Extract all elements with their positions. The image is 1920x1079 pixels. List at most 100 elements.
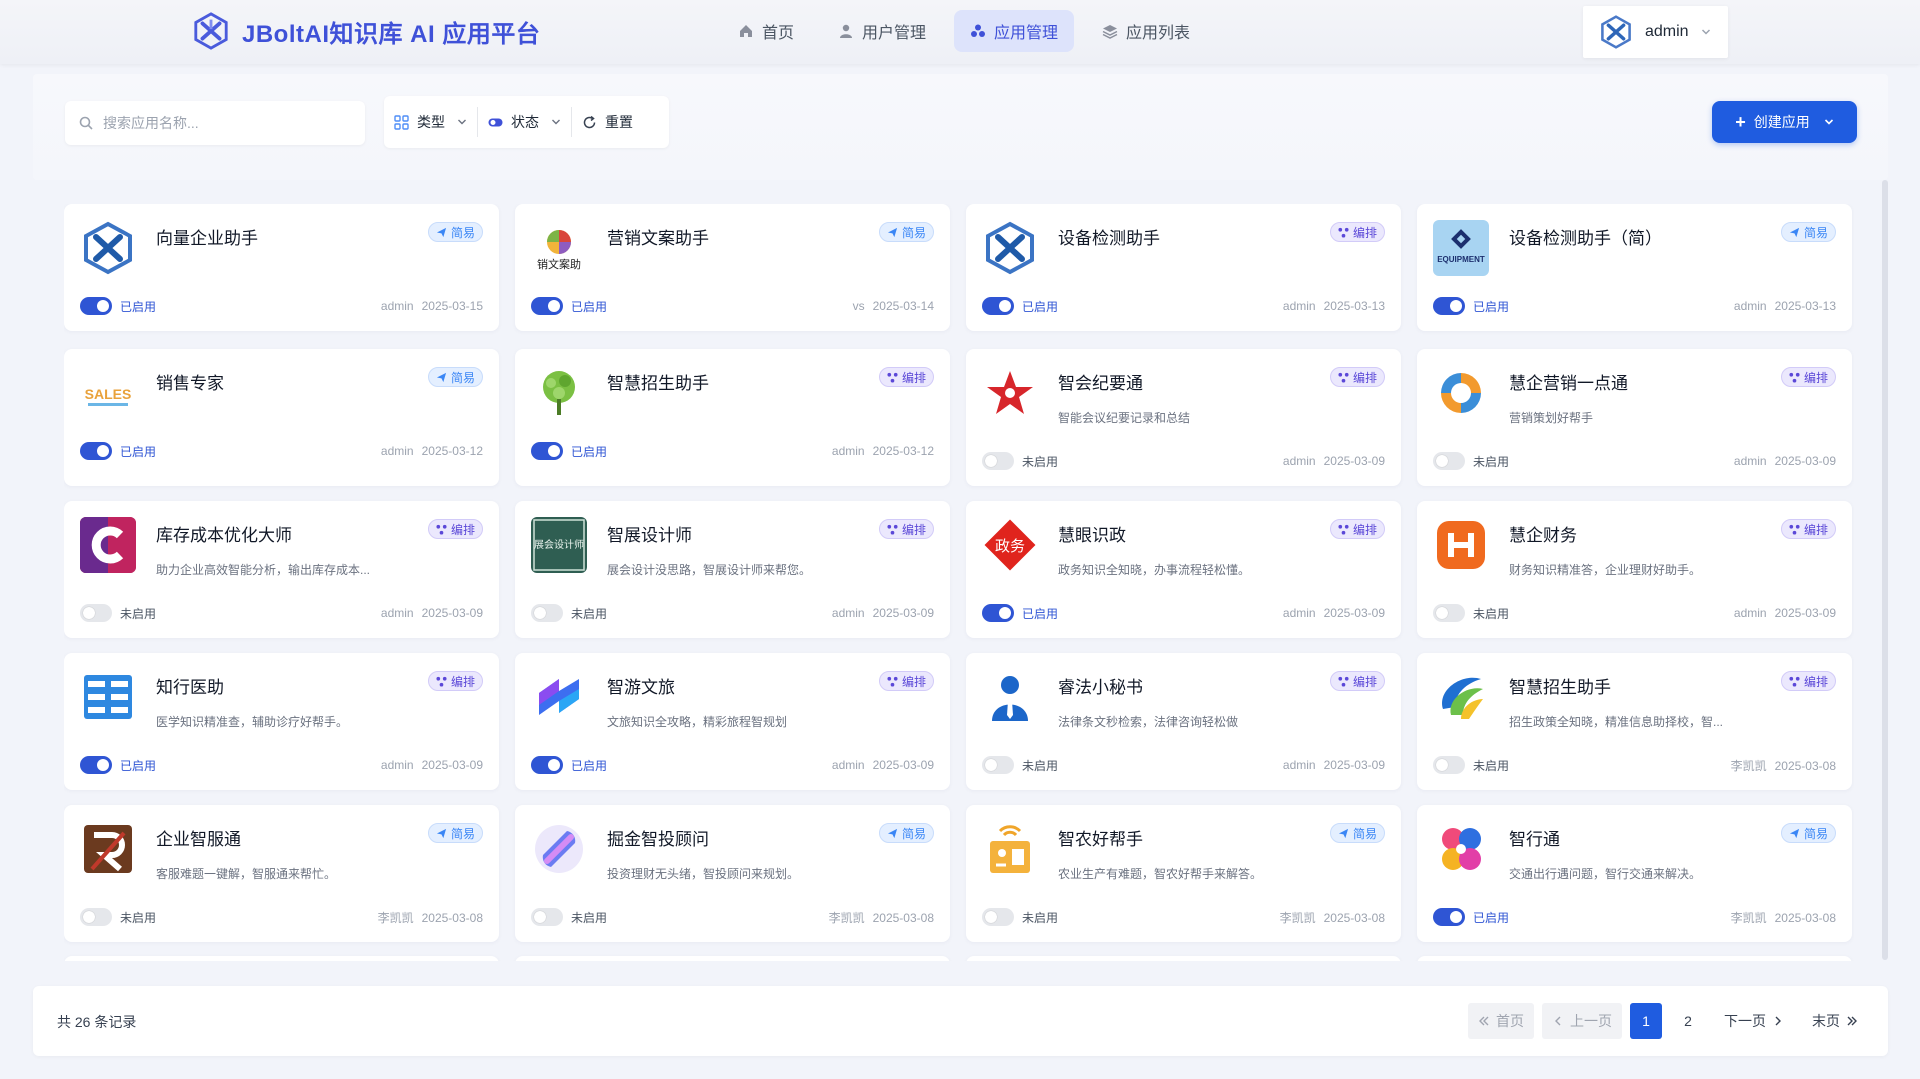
double-chevron-right-icon <box>1847 1016 1857 1026</box>
status-text: 未启用 <box>1022 910 1059 925</box>
app-card[interactable]: 销文案助 营销文案助手 简易 已启用 vs 2025-03-14 <box>515 204 950 331</box>
app-card[interactable]: 慧企财务 财务知识精准答，企业理财好助手。 编排 未启用 admin 2025-0… <box>1417 501 1852 638</box>
enable-toggle[interactable] <box>1433 297 1465 315</box>
tag-label: 简易 <box>1803 826 1828 841</box>
app-card[interactable]: 智农好帮手 农业生产有难题，智农好帮手来解答。 简易 未启用 李凯凯 2025-0… <box>966 805 1401 942</box>
app-card[interactable]: EQUIPMENT 设备检测助手（简） 简易 已启用 admin 2025-03-… <box>1417 204 1852 331</box>
card-meta: admin 2025-03-15 <box>381 299 483 313</box>
enable-toggle[interactable] <box>1433 452 1465 470</box>
prev-page-button[interactable]: 上一页 <box>1542 1003 1622 1039</box>
author: 李凯凯 <box>1279 910 1316 925</box>
enable-toggle[interactable] <box>531 908 563 926</box>
chevron-down-icon <box>458 119 466 125</box>
enable-toggle[interactable] <box>531 756 563 774</box>
enable-toggle[interactable] <box>982 908 1014 926</box>
app-card[interactable]: 智慧招生助手 招生政策全知晓，精准信息助择校，智... 编排 未启用 李凯凯 20… <box>1417 653 1852 790</box>
enable-toggle[interactable] <box>531 442 563 460</box>
tag-arrange: 编排 <box>878 367 934 387</box>
app-logo-icon <box>80 669 136 725</box>
status-filter[interactable]: 状态 <box>478 106 571 138</box>
enable-toggle[interactable] <box>80 756 112 774</box>
nav-user-management[interactable]: 用户管理 <box>822 10 942 52</box>
app-card[interactable]: 智慧招生助手 编排 已启用 admin 2025-03-12 <box>515 349 950 486</box>
nav-app-list[interactable]: 应用列表 <box>1086 10 1206 52</box>
app-card[interactable]: 睿法小秘书 法律条文秒检索，法律咨询轻松做 编排 未启用 admin 2025-0… <box>966 653 1401 790</box>
flow-icon <box>1338 524 1349 535</box>
nav-app-list-label: 应用列表 <box>1126 25 1191 42</box>
create-app-button[interactable]: + 创建应用 <box>1712 101 1857 143</box>
app-card[interactable]: 库存成本优化大师 助力企业高效智能分析，输出库存成本... 编排 未启用 adm… <box>64 501 499 638</box>
page-2-button[interactable]: 2 <box>1670 1003 1706 1039</box>
type-filter[interactable]: 类型 <box>384 106 477 138</box>
enable-toggle[interactable] <box>982 604 1014 622</box>
brand[interactable]: JBoltAI知识库 AI 应用平台 <box>192 12 540 50</box>
tag-label: 编排 <box>901 522 926 537</box>
status-text: 未启用 <box>1022 758 1059 773</box>
card-meta: 李凯凯 2025-03-08 <box>378 909 483 926</box>
enable-toggle[interactable] <box>80 442 112 460</box>
app-name: 库存成本优化大师 <box>156 526 292 545</box>
app-card[interactable]: 知行医助 医学知识精准查，辅助诊疗好帮手。 编排 已启用 admin 2025-0… <box>64 653 499 790</box>
app-logo-icon <box>80 821 136 877</box>
card-footer: 未启用 李凯凯 2025-03-08 <box>80 908 483 926</box>
app-card-partial[interactable] <box>515 956 950 961</box>
page-1-button[interactable]: 1 <box>1630 1003 1662 1039</box>
author: admin <box>380 299 414 313</box>
nav-home[interactable]: 首页 <box>722 10 810 52</box>
app-card[interactable]: 展会设计师 智展设计师 展会设计没思路，智展设计师来帮您。 编排 未启用 adm… <box>515 501 950 638</box>
app-name: 智农好帮手 <box>1058 830 1143 849</box>
tag-label: 简易 <box>901 225 926 240</box>
search-box[interactable] <box>65 101 365 145</box>
card-footer: 已启用 admin 2025-03-09 <box>982 604 1385 622</box>
app-card[interactable]: 智游文旅 文旅知识全攻略，精彩旅程智规划 编排 已启用 admin 2025-03… <box>515 653 950 790</box>
author: admin <box>1282 606 1316 620</box>
tag-label: 编排 <box>1803 370 1828 385</box>
date: 2025-03-08 <box>421 910 483 925</box>
nav-app-management[interactable]: 应用管理 <box>954 10 1075 52</box>
app-card-partial[interactable] <box>1417 956 1852 961</box>
app-title: JBoltAI知识库 AI 应用平台 <box>242 20 541 48</box>
user-menu[interactable]: admin <box>1583 6 1728 58</box>
tag-arrange: 编排 <box>878 671 934 691</box>
date: 2025-03-13 <box>1774 299 1836 313</box>
next-page-button[interactable]: 下一页 <box>1714 1003 1794 1039</box>
jbolt-logo-icon <box>194 12 228 50</box>
status-text: 已启用 <box>120 444 157 459</box>
author: admin <box>831 606 865 620</box>
app-card[interactable]: 企业智服通 客服难题一键解，智服通来帮忙。 简易 未启用 李凯凯 2025-03-… <box>64 805 499 942</box>
last-page-button[interactable]: 末页 <box>1802 1003 1868 1039</box>
app-card-partial[interactable] <box>64 956 499 961</box>
enable-toggle[interactable] <box>982 297 1014 315</box>
author: admin <box>831 444 865 458</box>
first-page-button[interactable]: 首页 <box>1468 1003 1534 1039</box>
app-card[interactable]: 智会纪要通 智能会议纪要记录和总结 编排 未启用 admin 2025-03-09 <box>966 349 1401 486</box>
flow-icon <box>1789 524 1800 535</box>
app-card[interactable]: 政务 慧眼识政 政务知识全知晓，办事流程轻松懂。 编排 已启用 admin 202… <box>966 501 1401 638</box>
app-card[interactable]: 设备检测助手 编排 已启用 admin 2025-03-13 <box>966 204 1401 331</box>
app-card-partial[interactable] <box>966 956 1401 961</box>
flow-icon <box>1338 227 1349 238</box>
enable-toggle[interactable] <box>982 756 1014 774</box>
app-card[interactable]: 智行通 交通出行遇问题，智行交通来解决。 简易 已启用 李凯凯 2025-03-0… <box>1417 805 1852 942</box>
enable-toggle[interactable] <box>80 297 112 315</box>
enable-toggle[interactable] <box>80 604 112 622</box>
enable-toggle[interactable] <box>1433 604 1465 622</box>
tag-label: 简易 <box>450 370 475 385</box>
reset-button[interactable]: 重置 <box>572 106 643 138</box>
app-card[interactable]: SALES 销售专家 简易 已启用 admin 2025-03-12 <box>64 349 499 486</box>
enable-toggle[interactable] <box>80 908 112 926</box>
tag-label: 简易 <box>901 826 926 841</box>
app-card[interactable]: 掘金智投顾问 投资理财无头绪，智投顾问来规划。 简易 未启用 李凯凯 2025-0… <box>515 805 950 942</box>
app-card[interactable]: 向量企业助手 简易 已启用 admin 2025-03-15 <box>64 204 499 331</box>
date: 2025-03-12 <box>421 444 483 458</box>
enable-toggle[interactable] <box>1433 908 1465 926</box>
enable-toggle[interactable] <box>531 604 563 622</box>
app-description: 展会设计没思路，智展设计师来帮您。 <box>607 563 812 577</box>
app-card[interactable]: 慧企营销一点通 营销策划好帮手 编排 未启用 admin 2025-03-09 <box>1417 349 1852 486</box>
search-input[interactable] <box>103 115 343 131</box>
enable-toggle[interactable] <box>531 297 563 315</box>
enable-toggle[interactable] <box>1433 756 1465 774</box>
enable-toggle[interactable] <box>982 452 1014 470</box>
scrollbar[interactable] <box>1882 180 1888 960</box>
send-icon <box>1338 828 1349 838</box>
